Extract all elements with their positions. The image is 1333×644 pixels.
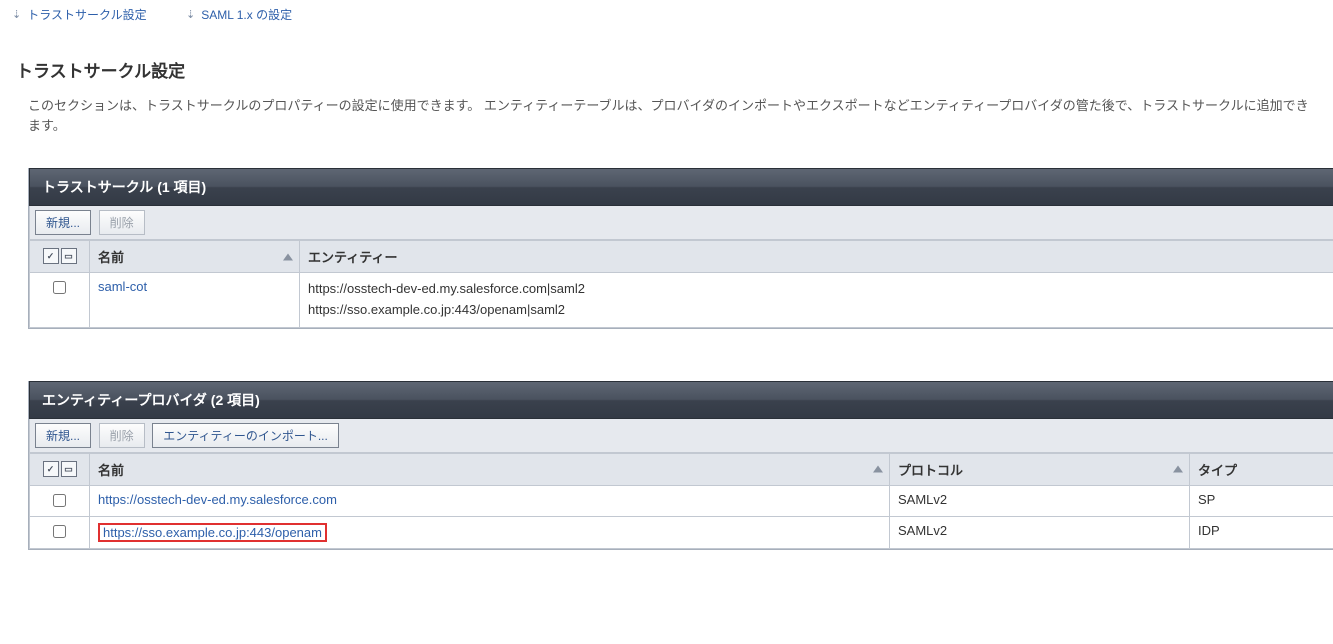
trustcircle-name-link[interactable]: saml-cot bbox=[98, 279, 147, 294]
table-row: https://sso.example.co.jp:443/openam SAM… bbox=[30, 516, 1333, 548]
deselect-all-icon[interactable]: ▭ bbox=[61, 461, 77, 477]
entityprovider-type-cell: IDP bbox=[1190, 516, 1333, 548]
trustcircle-panel-header: トラストサークル (1 項目) bbox=[29, 168, 1333, 206]
trustcircle-action-bar: 新規... 削除 bbox=[29, 206, 1333, 240]
entityprovider-type-cell: SP bbox=[1190, 485, 1333, 516]
entityprovider-col-type[interactable]: タイプ bbox=[1190, 453, 1333, 485]
jump-icon: ⇣ bbox=[186, 8, 195, 21]
select-tools-header: ✓▭ bbox=[30, 241, 90, 273]
col-entity-label: エンティティー bbox=[308, 250, 397, 265]
trustcircle-col-name[interactable]: 名前 bbox=[90, 241, 300, 273]
col-type-label: タイプ bbox=[1198, 463, 1237, 478]
row-checkbox[interactable] bbox=[53, 494, 66, 507]
anchor-trustcircle-label: トラストサークル設定 bbox=[27, 6, 146, 23]
anchor-trustcircle[interactable]: ⇣ トラストサークル設定 bbox=[12, 6, 147, 23]
entityprovider-protocol-cell: SAMLv2 bbox=[890, 485, 1190, 516]
entityprovider-name-link[interactable]: https://osstech-dev-ed.my.salesforce.com bbox=[98, 492, 337, 507]
anchor-link-bar: ⇣ トラストサークル設定 ⇣ SAML 1.x の設定 bbox=[0, 0, 1333, 29]
trustcircle-col-entity[interactable]: エンティティー bbox=[300, 241, 1333, 273]
entityprovider-import-button[interactable]: エンティティーのインポート... bbox=[152, 423, 339, 448]
entityprovider-table: ✓▭ 名前 プロトコル タイプ https://osstech-dev-ed.m… bbox=[29, 453, 1333, 549]
trustcircle-entities-cell: https://osstech-dev-ed.my.salesforce.com… bbox=[300, 273, 1333, 328]
anchor-saml[interactable]: ⇣ SAML 1.x の設定 bbox=[186, 6, 292, 23]
entityprovider-action-bar: 新規... 削除 エンティティーのインポート... bbox=[29, 419, 1333, 453]
entityprovider-new-button[interactable]: 新規... bbox=[35, 423, 91, 448]
table-row: https://osstech-dev-ed.my.salesforce.com… bbox=[30, 485, 1333, 516]
row-checkbox[interactable] bbox=[53, 281, 66, 294]
deselect-all-icon[interactable]: ▭ bbox=[61, 248, 77, 264]
entityprovider-panel: エンティティープロバイダ (2 項目) 新規... 削除 エンティティーのインポ… bbox=[28, 381, 1333, 550]
entity-line: https://sso.example.co.jp:443/openam|sam… bbox=[308, 300, 1325, 321]
entityprovider-col-name[interactable]: 名前 bbox=[90, 453, 890, 485]
entityprovider-panel-header: エンティティープロバイダ (2 項目) bbox=[29, 381, 1333, 419]
sort-asc-icon bbox=[1173, 466, 1183, 473]
jump-icon: ⇣ bbox=[12, 8, 21, 21]
highlight-box: https://sso.example.co.jp:443/openam bbox=[98, 523, 327, 542]
trustcircle-new-button[interactable]: 新規... bbox=[35, 210, 91, 235]
entityprovider-name-link[interactable]: https://sso.example.co.jp:443/openam bbox=[103, 525, 322, 540]
sort-asc-icon bbox=[873, 466, 883, 473]
entityprovider-delete-button[interactable]: 削除 bbox=[99, 423, 145, 448]
trustcircle-table: ✓▭ 名前 エンティティー saml-cot https://osstech-d… bbox=[29, 240, 1333, 328]
col-protocol-label: プロトコル bbox=[898, 463, 963, 478]
row-checkbox[interactable] bbox=[53, 525, 66, 538]
col-name-label: 名前 bbox=[98, 250, 124, 265]
entityprovider-col-protocol[interactable]: プロトコル bbox=[890, 453, 1190, 485]
select-tools-header: ✓▭ bbox=[30, 453, 90, 485]
select-all-icon[interactable]: ✓ bbox=[43, 461, 59, 477]
trustcircle-panel: トラストサークル (1 項目) 新規... 削除 ✓▭ 名前 エンティティー bbox=[28, 168, 1333, 329]
table-row: saml-cot https://osstech-dev-ed.my.sales… bbox=[30, 273, 1333, 328]
select-all-icon[interactable]: ✓ bbox=[43, 248, 59, 264]
page-description: このセクションは、トラストサークルのプロパティーの設定に使用できます。 エンティ… bbox=[28, 96, 1318, 136]
entityprovider-protocol-cell: SAMLv2 bbox=[890, 516, 1190, 548]
entity-line: https://osstech-dev-ed.my.salesforce.com… bbox=[308, 279, 1325, 300]
trustcircle-delete-button[interactable]: 削除 bbox=[99, 210, 145, 235]
anchor-saml-label: SAML 1.x の設定 bbox=[201, 6, 292, 23]
page-title: トラストサークル設定 bbox=[16, 57, 1333, 82]
sort-asc-icon bbox=[283, 253, 293, 260]
col-name-label: 名前 bbox=[98, 463, 124, 478]
